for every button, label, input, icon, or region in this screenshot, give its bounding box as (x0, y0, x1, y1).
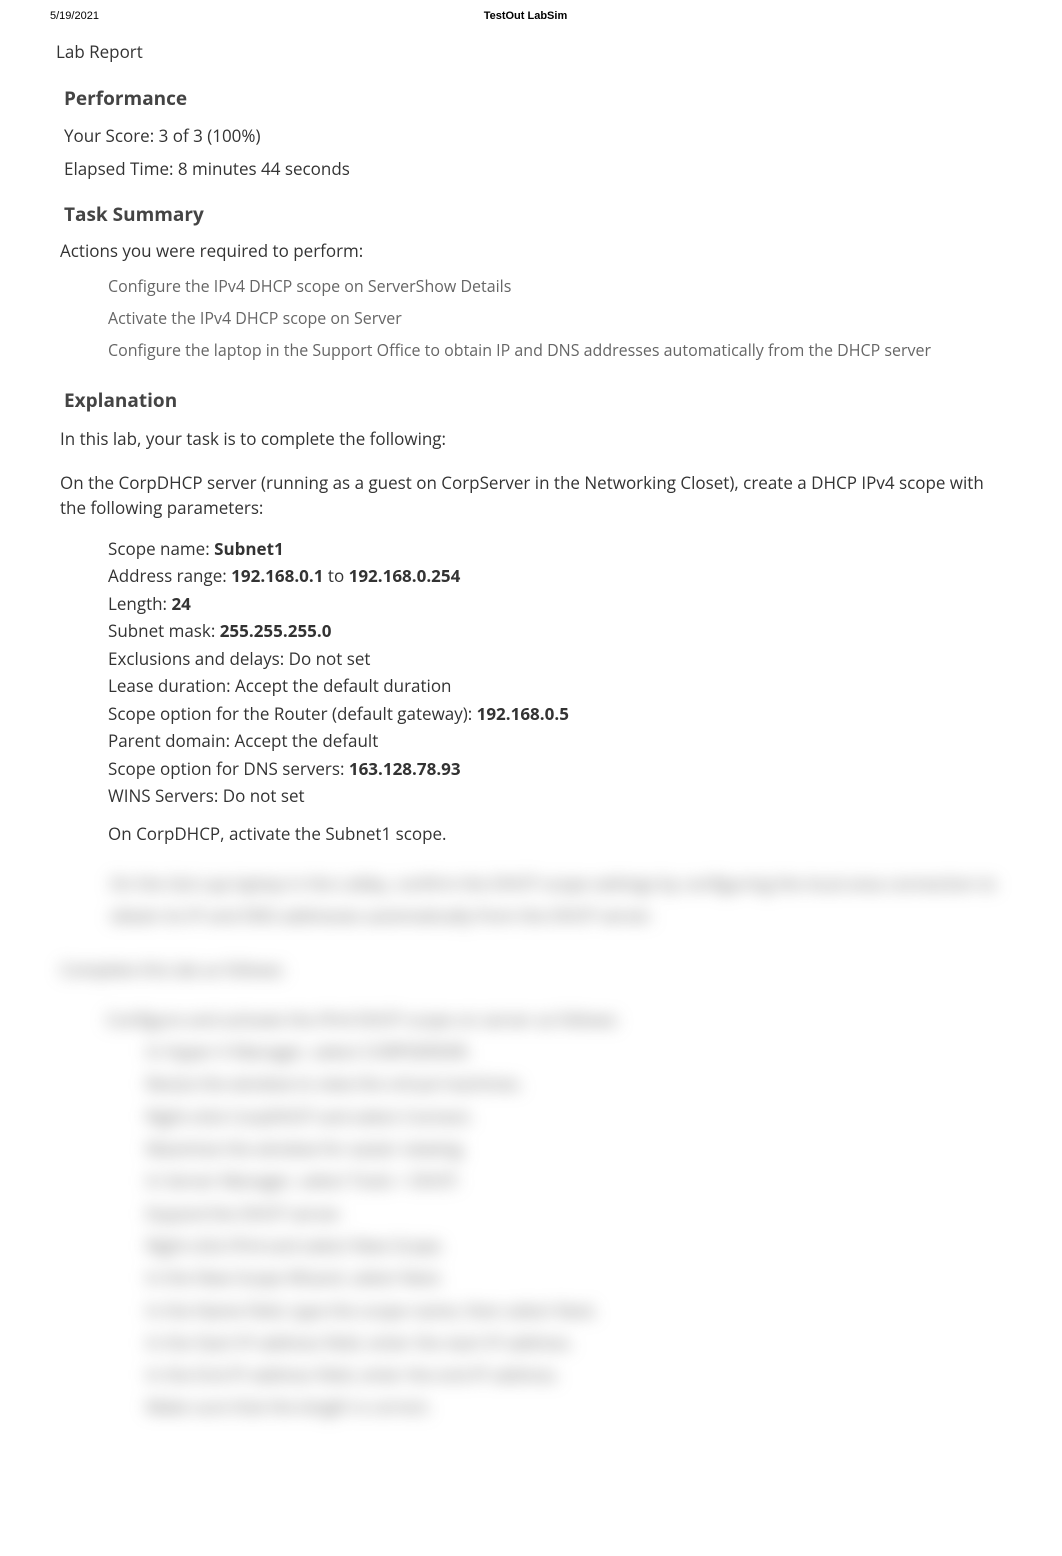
elapsed-line: Elapsed Time: 8 minutes 44 seconds (50, 152, 1012, 186)
task-summary-heading: Task Summary (50, 186, 1012, 235)
param-label: Address range: (108, 564, 231, 587)
action-item: Activate the IPv4 DHCP scope on Server (70, 302, 1012, 334)
param-value: 192.168.0.5 (477, 702, 569, 725)
hidden-step: In the End IP address field, enter the e… (106, 1359, 1002, 1391)
hidden-step: Expand the DHCP server. (106, 1198, 1002, 1230)
action-item: Configure the laptop in the Support Offi… (70, 334, 1012, 366)
list-item: Scope option for DNS servers: 163.128.78… (80, 755, 1012, 783)
explanation-heading: Explanation (50, 372, 1012, 421)
hidden-bullet: On the Gst-Lap laptop in the Lobby, conf… (60, 867, 1002, 934)
param-to: to (323, 564, 348, 587)
param-value: 163.128.78.93 (349, 757, 461, 780)
list-item: WINS Servers: Do not set (80, 782, 1012, 810)
hidden-step: In Hyper-V Manager, select CORPSERVER. (106, 1036, 1002, 1068)
hidden-step: In the Start IP address field, enter the… (106, 1327, 1002, 1359)
hidden-step: Make sure that the length is correct. (106, 1391, 1002, 1423)
action-item: Configure the IPv4 DHCP scope on ServerS… (70, 270, 1012, 302)
param-label: Length: (108, 592, 171, 615)
param-value: Subnet1 (214, 537, 284, 560)
explanation-para: On the CorpDHCP server (running as a gue… (50, 468, 1012, 535)
param-value: 255.255.255.0 (220, 619, 332, 642)
list-item: Length: 24 (80, 590, 1012, 618)
hidden-step: In the Name field, type the scope name; … (106, 1295, 1002, 1327)
list-item: Parent domain: Accept the default (80, 727, 1012, 755)
hidden-step: Right-click CorpDHCP and select Connect. (106, 1101, 1002, 1133)
hidden-step: Right-click IPv4 and select New Scope. (106, 1230, 1002, 1262)
actions-intro: Actions you were required to perform: (50, 234, 1012, 268)
list-item: Address range: 192.168.0.1 to 192.168.0.… (80, 562, 1012, 590)
report-content: Lab Report Performance Your Score: 3 of … (0, 29, 1062, 1474)
list-item: On CorpDHCP, activate the Subnet1 scope. (80, 820, 1012, 848)
header-date: 5/19/2021 (50, 8, 99, 25)
list-item: Subnet mask: 255.255.255.0 (80, 617, 1012, 645)
hidden-step: Maximize the window for easier viewing. (106, 1133, 1002, 1165)
hidden-step: Resize the window to view the virtual ma… (106, 1068, 1002, 1100)
param-label: Scope name: (108, 537, 214, 560)
elapsed-value: 8 minutes 44 seconds (178, 157, 350, 180)
list-item: Scope option for the Router (default gat… (80, 700, 1012, 728)
header-product: TestOut LabSim (484, 8, 568, 25)
param-label: Scope option for the Router (default gat… (108, 702, 477, 725)
activate-list: On CorpDHCP, activate the Subnet1 scope. (50, 820, 1012, 858)
report-title: Lab Report (50, 29, 1012, 71)
hidden-step: In Server Manager, select Tools > DHCP. (106, 1165, 1002, 1197)
param-value: 24 (171, 592, 190, 615)
hidden-step: Configure and activate the IPv4 DHCP sco… (106, 1004, 1002, 1036)
performance-heading: Performance (50, 70, 1012, 119)
action-list: Configure the IPv4 DHCP scope on ServerS… (50, 268, 1012, 372)
param-label: Subnet mask: (108, 619, 220, 642)
elapsed-label: Elapsed Time: (64, 157, 178, 180)
param-label: Scope option for DNS servers: (108, 757, 349, 780)
list-item: Exclusions and delays: Do not set (80, 645, 1012, 673)
page-header: 5/19/2021 TestOut LabSim (0, 0, 1062, 29)
score-label: Your Score: (64, 124, 159, 147)
score-line: Your Score: 3 of 3 (100%) (50, 119, 1012, 153)
header-spacer (952, 8, 1012, 25)
hidden-steps: Configure and activate the IPv4 DHCP sco… (60, 1004, 1002, 1424)
scope-params-list: Scope name: Subnet1 Address range: 192.1… (50, 535, 1012, 820)
score-value: 3 of 3 (100%) (159, 124, 261, 147)
hidden-intro: Complete this lab as follows: (60, 934, 1002, 1004)
hidden-content: On the Gst-Lap laptop in the Lobby, conf… (50, 857, 1012, 1434)
param-value: 192.168.0.254 (349, 564, 461, 587)
explanation-intro: In this lab, your task is to complete th… (50, 420, 1012, 468)
hidden-step: In the New Scope Wizard, select Next. (106, 1262, 1002, 1294)
list-item: Scope name: Subnet1 (80, 535, 1012, 563)
param-value: 192.168.0.1 (231, 564, 323, 587)
list-item: Lease duration: Accept the default durat… (80, 672, 1012, 700)
